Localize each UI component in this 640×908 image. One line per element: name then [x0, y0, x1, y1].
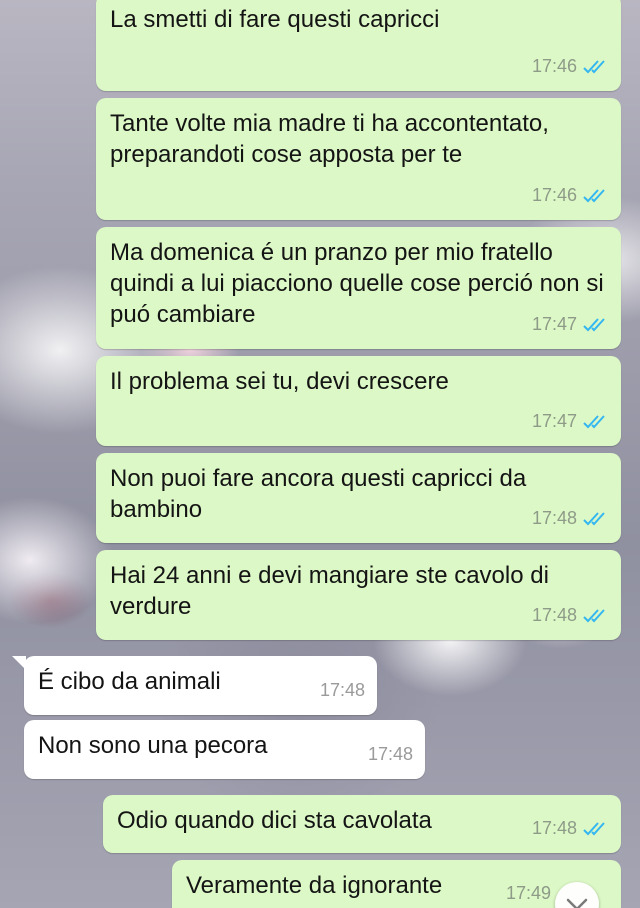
- message-text: Tante volte mia madre ti ha accontentato…: [110, 110, 549, 168]
- message-bubble-outgoing[interactable]: Ma domenica é un pranzo per mio fratello…: [96, 227, 621, 349]
- double-check-icon: [583, 59, 609, 75]
- double-check-icon: [583, 317, 609, 333]
- message-bubble-outgoing[interactable]: Il problema sei tu, devi crescere 17:47: [96, 356, 621, 446]
- message-meta: 17:48: [320, 675, 365, 706]
- message-meta: 17:47: [532, 309, 609, 340]
- double-check-icon: [583, 511, 609, 527]
- message-bubble-outgoing[interactable]: Tante volte mia madre ti ha accontentato…: [96, 98, 621, 220]
- message-time: 17:46: [531, 56, 577, 76]
- message-time: 17:47: [531, 314, 577, 334]
- message-text: Non sono una pecora: [38, 732, 268, 759]
- double-check-icon: [583, 821, 609, 837]
- message-time: 17:48: [367, 744, 413, 764]
- message-bubble-outgoing[interactable]: Veramente da ignorante 17:49: [172, 860, 621, 908]
- message-bubble-incoming[interactable]: Non sono una pecora 17:48: [24, 720, 425, 779]
- message-meta: 17:48: [532, 503, 609, 534]
- message-bubble-outgoing[interactable]: Odio quando dici sta cavolata 17:48: [103, 795, 621, 853]
- message-bubble-outgoing[interactable]: Non puoi fare ancora questi capricci da …: [96, 453, 621, 543]
- double-check-icon: [583, 414, 609, 430]
- message-text: Il problema sei tu, devi crescere: [110, 368, 449, 395]
- message-time: 17:46: [531, 185, 577, 205]
- chevron-down-icon: [566, 889, 588, 908]
- message-meta: 17:46: [532, 180, 609, 211]
- message-time: 17:48: [531, 508, 577, 528]
- message-bubble-outgoing[interactable]: La smetti di fare questi capricci 17:46: [96, 0, 621, 91]
- message-text: La smetti di fare questi capricci: [110, 6, 440, 33]
- message-time: 17:48: [531, 818, 577, 838]
- message-meta: 17:47: [532, 406, 609, 437]
- message-meta: 17:48: [368, 739, 413, 770]
- message-time: 17:49: [505, 883, 551, 903]
- message-time: 17:47: [531, 411, 577, 431]
- message-meta: 17:46: [532, 51, 609, 82]
- message-meta: 17:48: [532, 600, 609, 631]
- message-meta: 17:48: [532, 813, 609, 844]
- message-time: 17:48: [531, 605, 577, 625]
- message-bubble-incoming[interactable]: É cibo da animali 17:48: [12, 656, 377, 715]
- message-bubble-outgoing[interactable]: Hai 24 anni e devi mangiare ste cavolo d…: [96, 550, 621, 640]
- double-check-icon: [583, 608, 609, 624]
- message-meta: 17:49: [506, 878, 551, 908]
- message-time: 17:48: [319, 680, 365, 700]
- double-check-icon: [583, 188, 609, 204]
- message-text: É cibo da animali: [38, 668, 221, 695]
